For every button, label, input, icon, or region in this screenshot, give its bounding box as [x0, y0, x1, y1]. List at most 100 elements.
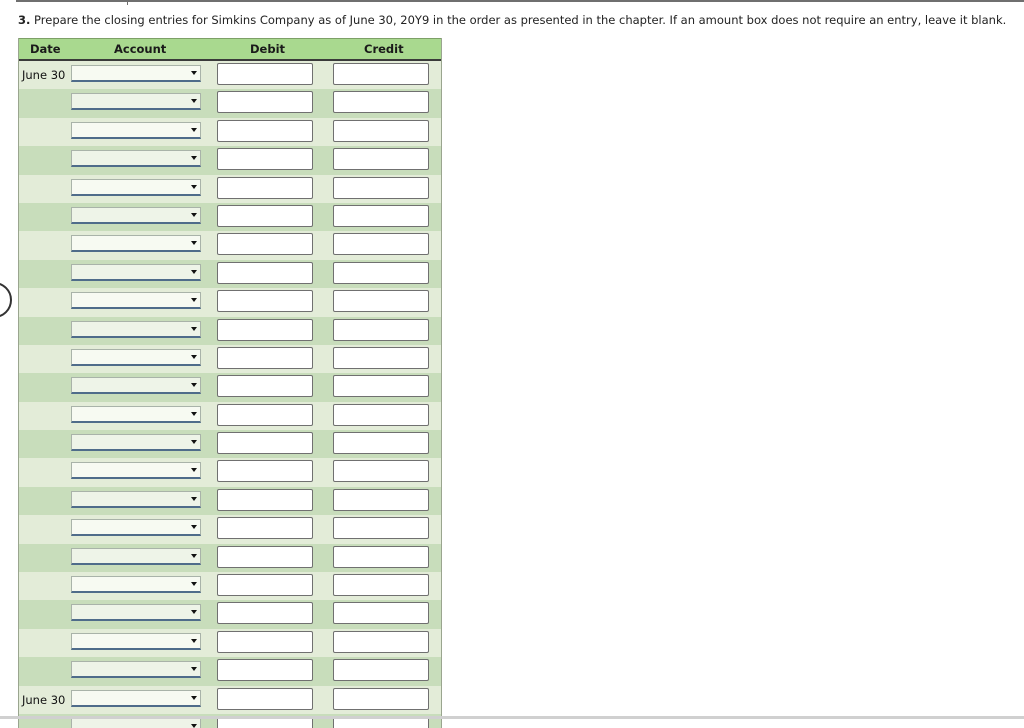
debit-amount-input[interactable] — [217, 176, 313, 199]
debit-amount-input[interactable] — [217, 204, 313, 227]
account-dropdown[interactable] — [71, 434, 201, 452]
credit-amount-input[interactable] — [333, 148, 429, 171]
account-dropdown[interactable] — [71, 604, 201, 622]
account-dropdown[interactable] — [71, 348, 201, 366]
account-dropdown[interactable] — [71, 178, 201, 196]
account-dropdown[interactable] — [71, 93, 201, 111]
credit-amount-input[interactable] — [333, 346, 429, 369]
dropdown-caret-icon — [191, 525, 197, 530]
debit-amount-input[interactable] — [217, 148, 313, 171]
credit-amount-input[interactable] — [333, 460, 429, 483]
credit-amount-input[interactable] — [333, 375, 429, 398]
debit-amount-input[interactable] — [217, 119, 313, 142]
side-nav-circle[interactable] — [0, 282, 12, 318]
credit-amount-input[interactable] — [333, 176, 429, 199]
dropdown-caret-icon — [191, 269, 197, 274]
account-dropdown[interactable] — [71, 377, 201, 395]
credit-amount-input[interactable] — [333, 204, 429, 227]
credit-amount-input[interactable] — [333, 630, 429, 653]
account-dropdown[interactable] — [71, 150, 201, 168]
top-rule-tick — [127, 0, 128, 5]
account-dropdown[interactable] — [71, 576, 201, 594]
journal-row — [19, 572, 441, 601]
debit-amount-input[interactable] — [217, 630, 313, 653]
credit-amount-input[interactable] — [333, 318, 429, 341]
debit-amount-input[interactable] — [217, 460, 313, 483]
credit-amount-input[interactable] — [333, 290, 429, 313]
dropdown-caret-icon — [191, 411, 197, 416]
debit-amount-input[interactable] — [217, 318, 313, 341]
account-dropdown[interactable] — [71, 405, 201, 423]
credit-amount-input[interactable] — [333, 517, 429, 540]
credit-amount-input[interactable] — [333, 432, 429, 455]
question-number: 3. — [18, 13, 31, 27]
credit-amount-input[interactable] — [333, 119, 429, 142]
debit-amount-input[interactable] — [217, 290, 313, 313]
account-dropdown[interactable] — [71, 490, 201, 508]
journal-row — [19, 486, 441, 516]
debit-amount-input[interactable] — [217, 574, 313, 597]
account-dropdown[interactable] — [71, 121, 201, 139]
account-dropdown[interactable] — [71, 462, 201, 480]
debit-amount-input[interactable] — [217, 63, 313, 85]
debit-amount-input[interactable] — [217, 403, 313, 426]
dropdown-caret-icon — [191, 695, 197, 700]
dropdown-caret-icon — [191, 99, 197, 104]
credit-amount-input[interactable] — [333, 488, 429, 511]
debit-amount-input[interactable] — [217, 545, 313, 568]
account-dropdown[interactable] — [71, 235, 201, 253]
header-date: Date — [30, 42, 61, 56]
dropdown-caret-icon — [191, 212, 197, 217]
account-dropdown[interactable] — [71, 206, 201, 224]
debit-amount-input[interactable] — [217, 659, 313, 682]
debit-amount-input[interactable] — [217, 432, 313, 455]
credit-amount-input[interactable] — [333, 91, 429, 114]
credit-amount-input[interactable] — [333, 261, 429, 284]
account-dropdown[interactable] — [71, 320, 201, 338]
journal-row — [19, 117, 441, 147]
debit-amount-input[interactable] — [217, 346, 313, 369]
dropdown-caret-icon — [191, 582, 197, 587]
debit-amount-input[interactable] — [217, 517, 313, 540]
journal-row — [19, 288, 441, 317]
journal-row — [19, 231, 441, 260]
account-dropdown[interactable] — [71, 292, 201, 310]
credit-amount-input[interactable] — [333, 574, 429, 597]
credit-amount-input[interactable] — [333, 545, 429, 568]
dropdown-caret-icon — [191, 496, 197, 501]
journal-row — [19, 316, 441, 345]
credit-amount-input[interactable] — [333, 602, 429, 625]
journal-row: June 30 — [19, 61, 441, 90]
debit-amount-input[interactable] — [217, 233, 313, 256]
account-dropdown[interactable] — [71, 632, 201, 650]
journal-row — [19, 600, 441, 629]
credit-amount-input[interactable] — [333, 63, 429, 85]
credit-amount-input[interactable] — [333, 403, 429, 426]
credit-amount-input[interactable] — [333, 659, 429, 682]
journal-row — [19, 344, 441, 374]
dropdown-caret-icon — [191, 468, 197, 473]
journal-row — [19, 430, 441, 459]
debit-amount-input[interactable] — [217, 602, 313, 625]
debit-amount-input[interactable] — [217, 261, 313, 284]
debit-amount-input[interactable] — [217, 488, 313, 511]
account-dropdown[interactable] — [71, 717, 201, 728]
debit-amount-input[interactable] — [217, 91, 313, 114]
account-dropdown[interactable] — [71, 661, 201, 679]
account-dropdown[interactable] — [71, 519, 201, 537]
account-dropdown[interactable] — [71, 547, 201, 565]
journal-row: June 30 — [19, 685, 441, 714]
account-dropdown[interactable] — [71, 689, 201, 707]
account-dropdown[interactable] — [71, 65, 201, 82]
journal-row — [19, 657, 441, 686]
account-dropdown[interactable] — [71, 263, 201, 281]
journal-header-row: Date Account Debit Credit — [19, 38, 441, 61]
debit-amount-input[interactable] — [217, 375, 313, 398]
journal-body: June 30 June 30 — [19, 61, 441, 728]
debit-amount-input[interactable] — [217, 687, 313, 710]
credit-amount-input[interactable] — [333, 687, 429, 710]
dropdown-caret-icon — [191, 383, 197, 388]
journal-row — [19, 543, 441, 573]
credit-amount-input[interactable] — [333, 233, 429, 256]
dropdown-caret-icon — [191, 638, 197, 643]
